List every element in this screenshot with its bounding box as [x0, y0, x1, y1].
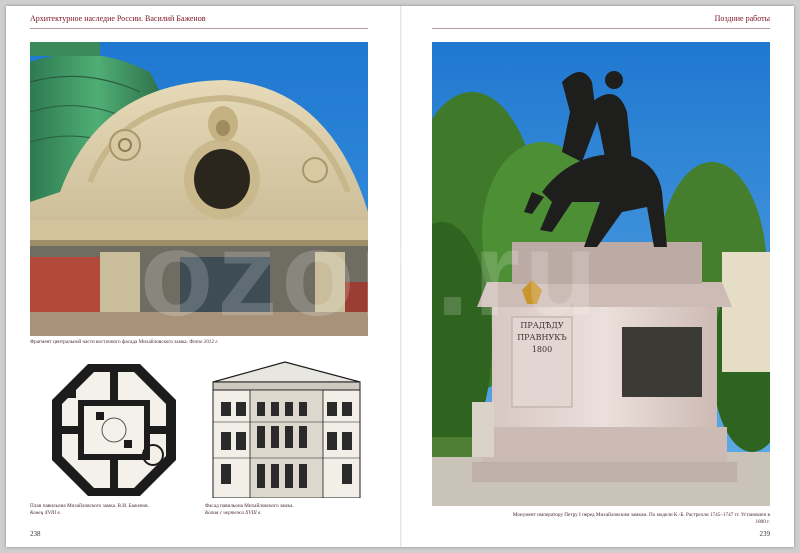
- caption-facade-source: Копия с чертежа XVIII в.: [205, 510, 262, 516]
- caption-monument: Монумент императору Петру I перед Михайл…: [505, 512, 770, 526]
- caption-dome-fragment: Фрагмент центральной части восточного фа…: [30, 339, 368, 346]
- page-gutter: [400, 6, 402, 547]
- caption-monument-text: Монумент императору Петру I перед Михайл…: [512, 512, 770, 525]
- running-head-right: Поздние работы: [714, 14, 770, 23]
- header-rule-left: [30, 28, 368, 29]
- caption-dome-photo-date: Фото 2012 г.: [189, 339, 219, 345]
- inscription-line-2: ПРАВНУКЪ: [517, 333, 567, 342]
- page-number-right: 239: [759, 530, 771, 538]
- caption-plan-text: План павильона Михайловского замка. В.И.…: [30, 503, 149, 509]
- pavilion-facade-drawing: [205, 360, 368, 498]
- caption-plan: План павильона Михайловского замка. В.И.…: [30, 503, 190, 517]
- caption-dome-text: Фрагмент центральной части восточного фа…: [30, 339, 188, 345]
- page-number-left: 238: [30, 530, 41, 538]
- dome-fragment-photo: [30, 42, 368, 336]
- pavilion-plan-drawing: [48, 360, 180, 500]
- header-rule-right: [432, 28, 770, 29]
- caption-plan-date: Конец XVIII в.: [30, 510, 61, 516]
- pedestal-inscription: ПРАДѢДУ ПРАВНУКЪ 1800: [512, 320, 572, 356]
- inscription-line-1: ПРАДѢДУ: [520, 321, 564, 330]
- running-head-left: Архитектурное наследие России. Василий Б…: [30, 14, 206, 23]
- inscription-year: 1800: [531, 345, 553, 354]
- caption-facade: Фасад павильона Михайловского замка. Коп…: [205, 503, 368, 517]
- monument-photo: ПРАДѢДУ ПРАВНУКЪ 1800: [432, 42, 770, 506]
- caption-facade-text: Фасад павильона Михайловского замка.: [205, 503, 294, 509]
